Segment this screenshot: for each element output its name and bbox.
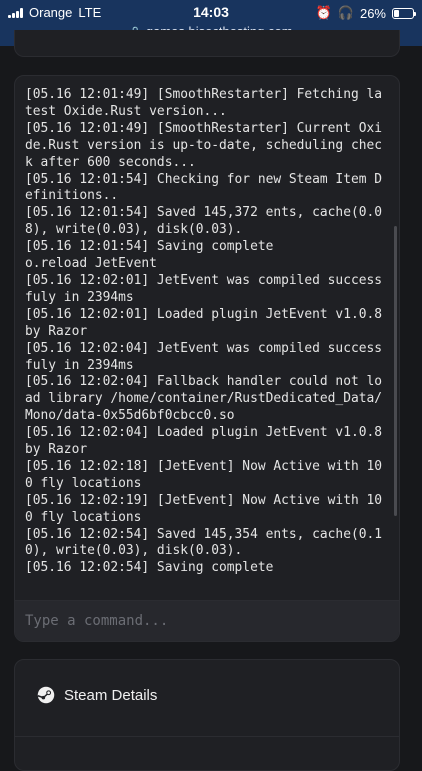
status-icons: ⏰ 🎧 26% — [315, 5, 416, 21]
console-output: [05.16 12:01:49] [SmoothRestarter] Fetch… — [25, 87, 385, 577]
divider — [15, 736, 399, 737]
console-line: [05.16 12:01:49] [SmoothRestarter] Curre… — [25, 120, 382, 170]
previous-card — [14, 30, 400, 57]
alarm-icon: ⏰ — [315, 5, 332, 20]
console-line: [05.16 12:02:04] Fallback handler could … — [25, 374, 382, 424]
console-line: [05.16 12:01:54] Saved 145,372 ents, cac… — [25, 205, 382, 238]
steam-details-card: Steam Details — [14, 659, 400, 771]
console-line: o.reload JetEvent — [25, 256, 157, 272]
console-scrollbar[interactable] — [394, 226, 397, 516]
console-line: [05.16 12:02:01] JetEvent was compiled s… — [25, 272, 382, 305]
steam-icon — [37, 686, 55, 704]
console-line: [05.16 12:02:04] Loaded plugin JetEvent … — [25, 425, 390, 458]
console-panel: [05.16 12:01:49] [SmoothRestarter] Fetch… — [14, 75, 400, 642]
console-line: [05.16 12:02:54] Saved 145,354 ents, cac… — [25, 526, 382, 559]
console-line: [05.16 12:01:49] [SmoothRestarter] Fetch… — [25, 87, 382, 119]
command-input[interactable] — [15, 601, 399, 641]
command-bar — [15, 600, 399, 641]
console-line: [05.16 12:02:01] Loaded plugin JetEvent … — [25, 306, 390, 339]
console-line: [05.16 12:02:04] JetEvent was compiled s… — [25, 340, 382, 373]
console-line: [05.16 12:01:54] Saving complete — [25, 239, 274, 255]
steam-details-toggle[interactable]: Steam Details — [37, 686, 157, 704]
console-line: [05.16 12:02:54] Saving complete — [25, 560, 274, 576]
console-line: [05.16 12:02:19] [JetEvent] Now Active w… — [25, 492, 382, 525]
console-line: [05.16 12:01:54] Checking for new Steam … — [25, 171, 382, 204]
battery-icon — [392, 7, 416, 19]
steam-details-title: Steam Details — [64, 686, 158, 704]
console-line: [05.16 12:02:18] [JetEvent] Now Active w… — [25, 458, 382, 491]
battery-percent: 26% — [359, 5, 386, 21]
headphones-icon: 🎧 — [337, 5, 354, 20]
